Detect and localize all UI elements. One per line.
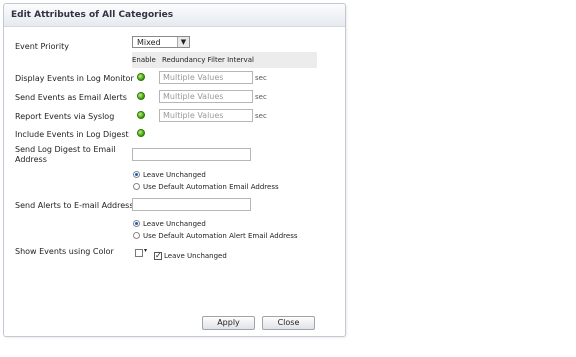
log-digest-label: Include Events in Log Digest	[15, 130, 129, 139]
alerts-leave-unchanged-radio[interactable]	[133, 220, 140, 227]
alerts-leave-unchanged-label: Leave Unchanged	[143, 220, 206, 228]
chevron-down-icon: ▼	[177, 37, 189, 47]
default-email-label: Use Default Automation Email Address	[143, 183, 279, 191]
default-email-radio[interactable]	[133, 183, 140, 190]
leave-unchanged-checkbox[interactable]: ✓	[154, 252, 162, 260]
event-priority-value: Mixed	[137, 38, 161, 47]
alerts-default-email-label: Use Default Automation Alert Email Addre…	[143, 232, 298, 240]
display-interval-unit: sec	[255, 74, 267, 82]
email-alerts-label: Send Events as Email Alerts	[15, 93, 127, 102]
email-interval-unit: sec	[255, 93, 267, 101]
leave-unchanged-radio[interactable]	[133, 171, 140, 178]
apply-button[interactable]: Apply	[202, 316, 255, 330]
syslog-interval-input[interactable]: Multiple Values	[159, 109, 253, 122]
color-swatch[interactable]	[135, 249, 143, 257]
syslog-label: Report Events via Syslog	[15, 112, 115, 121]
syslog-interval-unit: sec	[255, 112, 267, 120]
show-color-label: Show Events using Color	[15, 247, 114, 256]
interval-column-header: Redundancy Filter Interval	[162, 56, 254, 64]
dialog-title: Edit Attributes of All Categories	[4, 4, 345, 27]
log-digest-email-label-line2: Address	[15, 155, 47, 164]
log-digest-email-label-line1: Send Log Digest to Email	[15, 145, 116, 154]
enable-column-header: Enable	[132, 56, 156, 64]
status-enabled-icon[interactable]	[137, 92, 145, 100]
status-enabled-icon[interactable]	[137, 111, 145, 119]
dropdown-arrow-icon[interactable]: ▾	[144, 247, 147, 254]
alerts-email-label: Send Alerts to E-mail Address	[15, 201, 134, 210]
display-events-label: Display Events in Log Monitor	[15, 74, 134, 83]
display-interval-input[interactable]: Multiple Values	[159, 71, 253, 84]
event-priority-select[interactable]: Mixed ▼	[132, 36, 190, 48]
status-enabled-icon[interactable]	[137, 129, 145, 137]
email-interval-input[interactable]: Multiple Values	[159, 90, 253, 103]
alerts-email-input[interactable]	[132, 198, 251, 211]
edit-attributes-dialog: Edit Attributes of All Categories Event …	[3, 3, 346, 337]
event-priority-label: Event Priority	[15, 42, 69, 51]
color-leave-unchanged-label: Leave Unchanged	[164, 252, 227, 260]
alerts-default-email-radio[interactable]	[133, 232, 140, 239]
close-button[interactable]: Close	[262, 316, 315, 330]
leave-unchanged-label: Leave Unchanged	[143, 171, 206, 179]
status-enabled-icon[interactable]	[137, 73, 145, 81]
log-digest-email-input[interactable]	[132, 148, 251, 161]
